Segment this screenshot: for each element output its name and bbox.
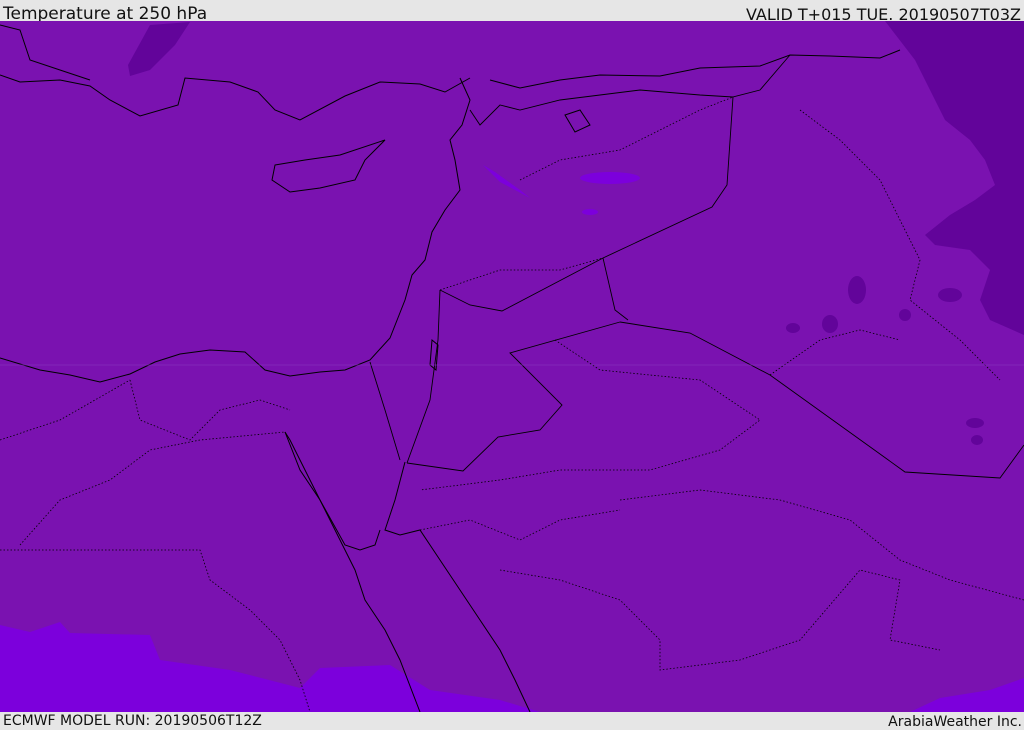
cold-blob [971,435,983,445]
cold-blob [938,288,962,302]
model-run-label: ECMWF MODEL RUN: 20190506T12Z [3,713,262,729]
credit-label: ArabiaWeather Inc. [888,714,1022,730]
warm-streak [582,209,598,215]
cold-blob [966,418,984,428]
cold-blob [848,276,866,304]
header-bar: Temperature at 250 hPa VALID T+015 TUE. … [0,0,1024,24]
cold-blob [786,323,800,333]
temperature-map [0,21,1024,712]
footer-bar: ECMWF MODEL RUN: 20190506T12Z ArabiaWeat… [0,712,1024,730]
base-temperature-field [0,21,1024,712]
cold-blob [822,315,838,333]
cold-blob [899,309,911,321]
warm-streak [580,172,640,184]
